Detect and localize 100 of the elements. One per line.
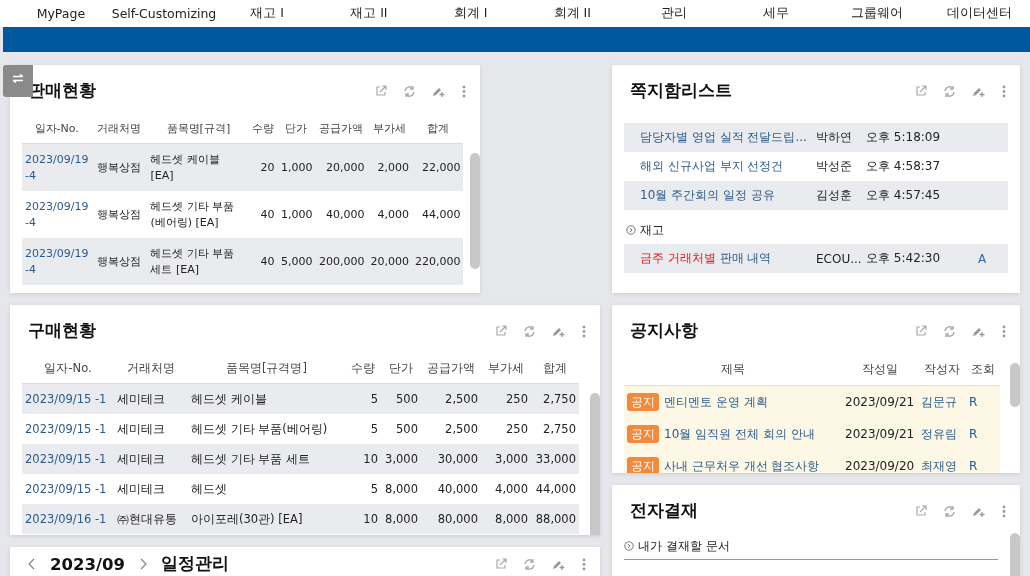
message-subject[interactable]: 10월 주간회의 일정 공유	[640, 187, 816, 204]
date-link[interactable]: 2023/09/15 -1	[25, 421, 111, 437]
message-subject[interactable]: 담당자별 영업 실적 전달드립...	[640, 129, 816, 146]
table-cell: 40	[260, 254, 275, 268]
table-cell: 44,000	[421, 207, 461, 221]
table-cell: 2023/09/20	[845, 459, 915, 473]
nav-menu-item[interactable]: MyPage	[10, 6, 112, 21]
notice-tag: 공지	[627, 456, 659, 473]
scrollbar[interactable]	[1010, 533, 1020, 576]
section-label[interactable]: 내가 결재할 문서	[638, 537, 730, 555]
scrollbar[interactable]	[470, 153, 480, 269]
table-cell: 220,000	[414, 254, 461, 268]
table-cell: 2,750	[543, 422, 576, 436]
column-header: 거래처명	[114, 353, 188, 384]
sender-name: ECOU...	[816, 251, 863, 266]
nav-menu-item[interactable]: 회계 II	[521, 5, 624, 22]
nav-menu-item[interactable]: 데이터센터	[928, 5, 1030, 22]
external-link-icon[interactable]	[915, 325, 927, 337]
column-header: 합계	[531, 353, 579, 384]
table-cell: 행복상점	[97, 254, 142, 268]
table-cell: 500	[396, 422, 418, 436]
table-cell: 88,000	[535, 512, 576, 526]
external-link-icon[interactable]	[495, 558, 507, 570]
table-cell: 4,000	[495, 482, 528, 496]
external-link-icon[interactable]	[915, 505, 927, 517]
table-cell: 1,000	[280, 207, 313, 221]
date-link[interactable]: 2023/09/15 -1	[25, 481, 111, 497]
refresh-icon[interactable]	[523, 557, 536, 571]
column-header: 합계	[411, 113, 464, 144]
sender-name: 박하연	[816, 129, 853, 146]
table-cell: 헤드셋	[191, 482, 227, 496]
nav-menu-item[interactable]: 재고 I	[216, 5, 318, 22]
table-cell: 세미테크	[117, 422, 165, 436]
table-cell: 40	[260, 207, 275, 221]
external-link-icon[interactable]	[495, 325, 507, 337]
table-cell: 5	[370, 422, 378, 436]
table-cell: ㈜현대유통	[117, 512, 177, 526]
more-icon[interactable]	[582, 324, 586, 338]
refresh-icon[interactable]	[943, 84, 956, 98]
notice-title[interactable]: 10월 임직원 전체 회의 안내	[664, 426, 815, 441]
card-title: 일정관리	[160, 553, 229, 575]
table-cell: 2,500	[445, 392, 478, 406]
column-header: 단가	[381, 353, 421, 384]
table-cell: 200,000	[318, 254, 365, 268]
table-cell: 행복상점	[97, 160, 142, 174]
card-title: 쪽지함리스트	[630, 80, 732, 102]
table-cell: 2023/09/21	[845, 427, 915, 441]
nav-menu-item[interactable]: 세무	[724, 5, 827, 22]
table-cell: 5,000	[280, 254, 313, 268]
more-icon[interactable]	[1002, 504, 1006, 518]
table-cell: 3,000	[495, 452, 528, 466]
nav-menu-item[interactable]: Self-Customizing	[111, 6, 217, 21]
refresh-icon[interactable]	[943, 324, 956, 338]
column-header: 단가	[277, 113, 316, 144]
more-icon[interactable]	[462, 84, 466, 98]
card-title: 공지사항	[630, 320, 698, 342]
column-header: 일자-No.	[22, 113, 92, 144]
scrollbar[interactable]	[1010, 363, 1020, 407]
table-cell: 250	[506, 392, 528, 406]
chevron-right-icon[interactable]	[138, 558, 147, 570]
nav-menu-item[interactable]: 그룹웨어	[826, 5, 929, 22]
status-letter: A	[978, 251, 987, 266]
nav-menu-item[interactable]: 관리	[623, 5, 725, 22]
chevron-left-icon[interactable]	[28, 558, 36, 570]
table-cell: 헤드셋 기타 부품(베어링) [EA]	[150, 199, 235, 229]
calendar-month: 2023/09	[50, 554, 125, 574]
card-title: 전자결재	[630, 500, 698, 522]
message-subject[interactable]: 해외 신규사업 부지 선정건	[640, 158, 816, 175]
table-cell: R	[969, 427, 978, 441]
scrollbar[interactable]	[590, 393, 600, 535]
table-cell: 헤드셋 기타 부품(베어링)	[191, 422, 328, 436]
external-link-icon[interactable]	[375, 85, 387, 97]
column-header: 조회	[966, 353, 1000, 386]
message-subject[interactable]: 금주 거래처별 판매 내역	[640, 250, 816, 267]
table-cell: 세미테크	[117, 392, 165, 406]
table-cell: 1,000	[280, 160, 313, 174]
date-link[interactable]: 2023/09/19 -4	[25, 198, 89, 231]
column-header: 수량	[249, 113, 278, 144]
message-time: 오후 4:57:45	[866, 187, 942, 204]
refresh-icon[interactable]	[943, 504, 956, 518]
more-icon[interactable]	[582, 557, 586, 571]
refresh-icon[interactable]	[523, 324, 536, 338]
table-cell: 5	[370, 482, 378, 496]
nav-menu-item[interactable]: 재고 II	[318, 5, 420, 22]
table-cell: 2,750	[543, 392, 576, 406]
more-icon[interactable]	[1002, 324, 1006, 338]
panel-toggle-button[interactable]	[3, 65, 33, 97]
notice-title[interactable]: 사내 근무처우 개선 협조사항	[664, 458, 820, 473]
nav-menu-item[interactable]: 회계 I	[419, 5, 522, 22]
more-icon[interactable]	[1002, 84, 1006, 98]
external-link-icon[interactable]	[915, 85, 927, 97]
refresh-icon[interactable]	[403, 84, 416, 98]
table-cell: 44,000	[535, 482, 576, 496]
notice-tag: 공지	[627, 424, 659, 443]
author-name: 최재영	[921, 458, 957, 473]
notice-title[interactable]: 멘티멘토 운영 계획	[664, 394, 768, 409]
section-label[interactable]: 재고	[640, 221, 664, 239]
table-cell: 8,000	[385, 512, 418, 526]
message-time: 오후 4:58:37	[866, 158, 942, 175]
table-cell: R	[969, 395, 978, 409]
